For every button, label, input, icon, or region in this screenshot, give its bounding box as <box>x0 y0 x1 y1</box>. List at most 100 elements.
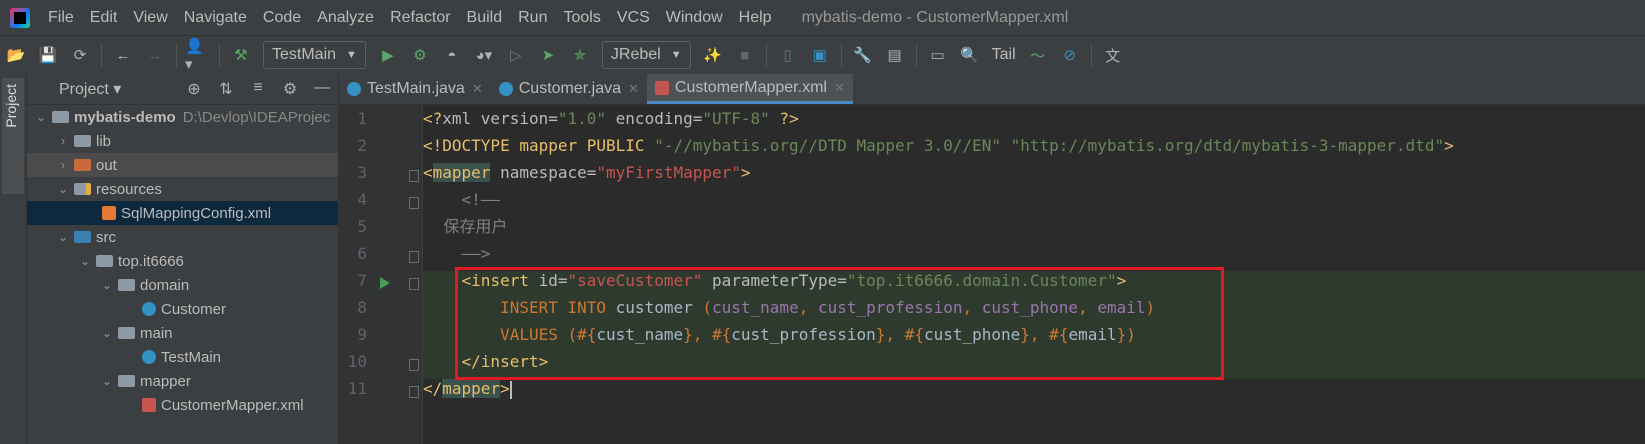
back-arrow-icon[interactable]: ← <box>110 42 136 68</box>
debug-bug-icon[interactable]: ⚙ <box>407 42 433 68</box>
menu-file[interactable]: File <box>40 9 82 27</box>
menu-navigate[interactable]: Navigate <box>176 9 255 27</box>
fold-marker-icon[interactable] <box>409 386 419 398</box>
xml-tag: mapper <box>432 163 491 182</box>
chevron-down-icon[interactable]: ⌄ <box>77 254 93 268</box>
line-number: 8 <box>357 298 367 317</box>
fold-marker-icon[interactable] <box>409 170 419 182</box>
jrebel-run-icon[interactable]: ➤ <box>535 42 561 68</box>
project-view-select[interactable]: Project ▾ <box>59 79 121 99</box>
menu-view[interactable]: View <box>125 9 175 27</box>
tab-testmain[interactable]: TestMain.java ✕ <box>339 74 491 104</box>
jrebel-label: JRebel <box>610 46 661 63</box>
tree-item-package-mapper[interactable]: ⌄ mapper <box>27 369 338 393</box>
tree-item-package-main[interactable]: ⌄ main <box>27 321 338 345</box>
tree-item-class-testmain[interactable]: TestMain <box>27 345 338 369</box>
close-icon[interactable]: ✕ <box>628 81 639 97</box>
tab-label: TestMain.java <box>367 80 465 97</box>
tab-label: Customer.java <box>518 80 621 97</box>
tree-item-class-customer[interactable]: Customer <box>27 297 338 321</box>
hide-panel-icon[interactable]: — <box>306 79 338 99</box>
run-config-select[interactable]: TestMain ▼ <box>263 41 366 69</box>
close-icon[interactable]: ✕ <box>472 81 483 97</box>
save-icon[interactable]: 💾 <box>35 42 61 68</box>
tree-item-lib[interactable]: › lib <box>27 129 338 153</box>
search-icon[interactable]: 🔍 <box>957 42 983 68</box>
translate-icon[interactable]: 文 <box>1100 42 1126 68</box>
close-icon[interactable]: ✕ <box>834 80 845 96</box>
activity-monitor-icon[interactable]: 〜 <box>1025 42 1051 68</box>
tree-item-resources[interactable]: ⌄ resources <box>27 177 338 201</box>
run-icon[interactable]: ▶ <box>375 42 401 68</box>
tree-item-src[interactable]: ⌄ src <box>27 225 338 249</box>
terminal-window-icon[interactable]: ▭ <box>925 42 951 68</box>
jrebel-select[interactable]: JRebel ▼ <box>601 41 691 69</box>
chevron-right-icon[interactable]: › <box>55 134 71 148</box>
chevron-down-icon[interactable]: ⌄ <box>55 182 71 196</box>
xml-string: "-//mybatis.org//DTD Mapper 3.0//EN" <box>654 136 1001 155</box>
project-structure-icon[interactable]: ▤ <box>882 42 908 68</box>
chevron-right-icon[interactable]: › <box>55 158 71 172</box>
menu-build[interactable]: Build <box>459 9 511 27</box>
sync-icon[interactable]: ⟳ <box>67 42 93 68</box>
tab-customermapper[interactable]: CustomerMapper.xml ✕ <box>646 74 853 104</box>
device-icon[interactable]: ▯ <box>775 42 801 68</box>
fold-marker-icon[interactable] <box>409 359 419 371</box>
menu-tools[interactable]: Tools <box>555 9 608 27</box>
excluded-folder-icon <box>74 159 91 171</box>
menu-window[interactable]: Window <box>658 9 731 27</box>
chevron-down-icon[interactable]: ⌄ <box>99 278 115 292</box>
menu-refactor[interactable]: Refactor <box>382 9 458 27</box>
sdk-box-icon[interactable]: ▣ <box>807 42 833 68</box>
menu-run[interactable]: Run <box>510 9 555 27</box>
jrebel-debug-icon[interactable]: ✯ <box>567 42 593 68</box>
open-folder-icon[interactable]: 📂 <box>3 42 29 68</box>
forward-arrow-icon[interactable]: → <box>142 42 168 68</box>
tree-item-out[interactable]: › out <box>27 153 338 177</box>
line-number: 11 <box>347 379 367 398</box>
tree-item-sqlmappingconfig[interactable]: SqlMappingConfig.xml <box>27 201 338 225</box>
collapse-all-icon[interactable]: ≡ <box>242 79 274 99</box>
menu-vcs[interactable]: VCS <box>609 9 658 27</box>
xml-punct: > <box>1444 136 1454 155</box>
tree-item-package-top-it6666[interactable]: ⌄ top.it6666 <box>27 249 338 273</box>
fold-marker-icon[interactable] <box>409 197 419 209</box>
chevron-down-icon[interactable]: ⌄ <box>33 110 49 124</box>
menu-code[interactable]: Code <box>255 9 309 27</box>
wrench-settings-icon[interactable]: 🔧 <box>850 42 876 68</box>
fold-marker-icon[interactable] <box>409 251 419 263</box>
user-dropdown-icon[interactable]: 👤▾ <box>185 38 211 73</box>
chevron-down-icon[interactable]: ⌄ <box>55 230 71 244</box>
jrebel-update-icon[interactable]: ✨ <box>700 42 726 68</box>
tree-item-customermapper-xml[interactable]: CustomerMapper.xml <box>27 393 338 417</box>
project-panel-header: Project ▾ ⊕ ⇅ ≡ ⚙ — <box>27 74 338 105</box>
locate-target-icon[interactable]: ⊕ <box>178 79 210 99</box>
main-toolbar: 📂 💾 ⟳ ← → 👤▾ ⚒ TestMain ▼ ▶ ⚙ ◓ ◕▾ ▷ ➤ ✯… <box>0 35 1645 75</box>
project-tool-tab[interactable]: Project <box>2 78 24 194</box>
tab-customer[interactable]: Customer.java ✕ <box>491 74 647 104</box>
xml-decl-close: ?> <box>769 109 799 128</box>
menu-help[interactable]: Help <box>731 9 780 27</box>
chevron-down-icon: ▼ <box>670 49 682 61</box>
menu-analyze[interactable]: Analyze <box>309 9 382 27</box>
expand-all-icon[interactable]: ⇅ <box>210 79 242 99</box>
coverage-icon[interactable]: ◓ <box>439 42 465 68</box>
tree-item-mybatis-demo[interactable]: ⌄ mybatis-demo D:\Devlop\IDEAProjec <box>27 105 338 129</box>
tail-button[interactable]: Tail <box>987 42 1020 68</box>
chevron-down-icon[interactable]: ⌄ <box>99 326 115 340</box>
project-tool-tab-label: Project <box>3 84 19 128</box>
stop-icon[interactable]: ■ <box>732 42 758 68</box>
no-entry-icon[interactable]: ⊘ <box>1057 42 1083 68</box>
gear-icon[interactable]: ⚙ <box>274 79 306 99</box>
line-number: 7 <box>357 271 367 290</box>
chevron-down-icon[interactable]: ⌄ <box>99 374 115 388</box>
tree-item-package-domain[interactable]: ⌄ domain <box>27 273 338 297</box>
menu-edit[interactable]: Edit <box>82 9 126 27</box>
fold-marker-icon[interactable] <box>409 278 419 290</box>
build-hammer-icon[interactable]: ⚒ <box>228 42 254 68</box>
toolbar-separator <box>219 43 220 67</box>
run-gutter-icon[interactable] <box>380 277 390 289</box>
xml-attr: xml version= <box>442 109 558 128</box>
profile-icon[interactable]: ◕▾ <box>471 42 497 68</box>
attach-icon[interactable]: ▷ <box>503 42 529 68</box>
